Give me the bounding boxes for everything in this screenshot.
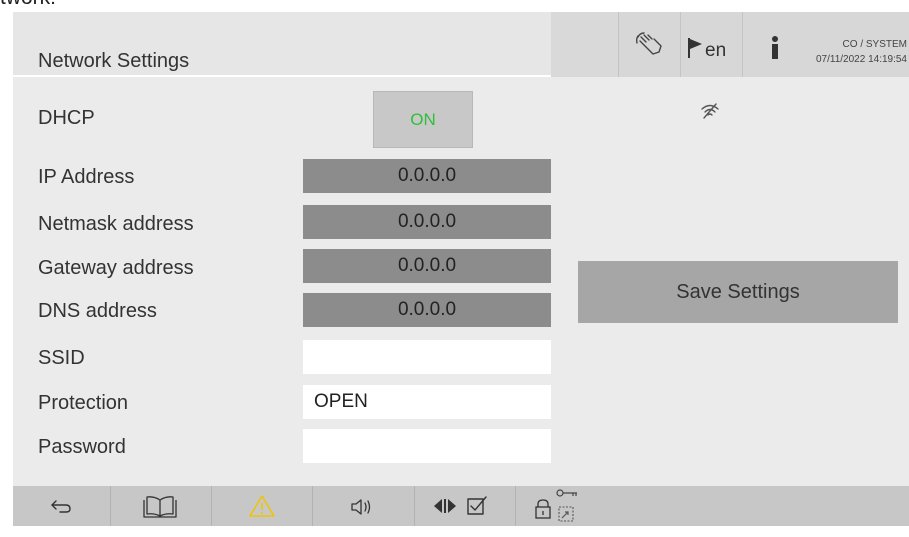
manual-button[interactable] <box>111 486 211 526</box>
netmask-address-field: 0.0.0.0 <box>303 205 551 239</box>
dns-address-label: DNS address <box>38 300 157 322</box>
gateway-address-field: 0.0.0.0 <box>303 249 551 283</box>
ip-address-field: 0.0.0.0 <box>303 159 551 193</box>
password-field[interactable] <box>303 429 551 463</box>
book-manual-icon <box>143 496 177 518</box>
key-icon <box>556 489 577 497</box>
dns-address-field: 0.0.0.0 <box>303 293 551 327</box>
alarms-button[interactable] <box>212 486 312 526</box>
warning-icon <box>249 495 275 517</box>
user-info-button[interactable]: CO / SYSTEM 07/11/2022 14:19:54 <box>742 12 909 77</box>
ip-address-label: IP Address <box>38 166 135 188</box>
timestamp: 07/11/2022 14:19:54 <box>815 54 907 65</box>
network-settings-panel: Network Settings en CO / SYSTEM 07/11/20… <box>13 12 909 526</box>
back-arrow-icon <box>51 500 71 513</box>
volume-button[interactable] <box>313 486 414 526</box>
window-title-fragment: twork: <box>0 0 56 10</box>
arrows-check-icon <box>434 496 487 515</box>
language-button[interactable]: en <box>680 12 742 77</box>
back-button[interactable] <box>13 486 110 526</box>
save-settings-button[interactable]: Save Settings <box>578 261 898 323</box>
protection-label: Protection <box>38 392 129 414</box>
password-label: Password <box>38 436 126 458</box>
flag-icon <box>688 38 702 58</box>
touch-mode-button[interactable] <box>618 12 680 77</box>
dhcp-toggle-button[interactable]: ON <box>373 91 473 148</box>
title-bar: Network Settings en CO / SYSTEM 07/11/20… <box>13 12 909 77</box>
user-name: CO / SYSTEM <box>842 39 907 50</box>
touch-hand-icon <box>635 32 662 55</box>
dhcp-label: DHCP <box>38 107 95 129</box>
gateway-address-label: Gateway address <box>38 257 194 279</box>
language-code: en <box>705 40 727 61</box>
speaker-volume-icon <box>351 499 371 515</box>
page-title: Network Settings <box>38 50 190 72</box>
toolbar-blank-area <box>551 12 618 77</box>
netmask-address-label: Netmask address <box>38 213 194 235</box>
protection-field[interactable]: OPEN <box>303 385 551 419</box>
exit-icon <box>558 506 574 522</box>
lock-icon <box>535 499 551 519</box>
login-button[interactable] <box>516 486 616 526</box>
ssid-field[interactable] <box>303 340 551 374</box>
wifi-off-icon <box>701 103 719 119</box>
commission-button[interactable] <box>415 486 515 526</box>
user-info-icon <box>772 36 778 59</box>
ssid-label: SSID <box>38 347 85 369</box>
footer-toolbar <box>13 486 909 526</box>
